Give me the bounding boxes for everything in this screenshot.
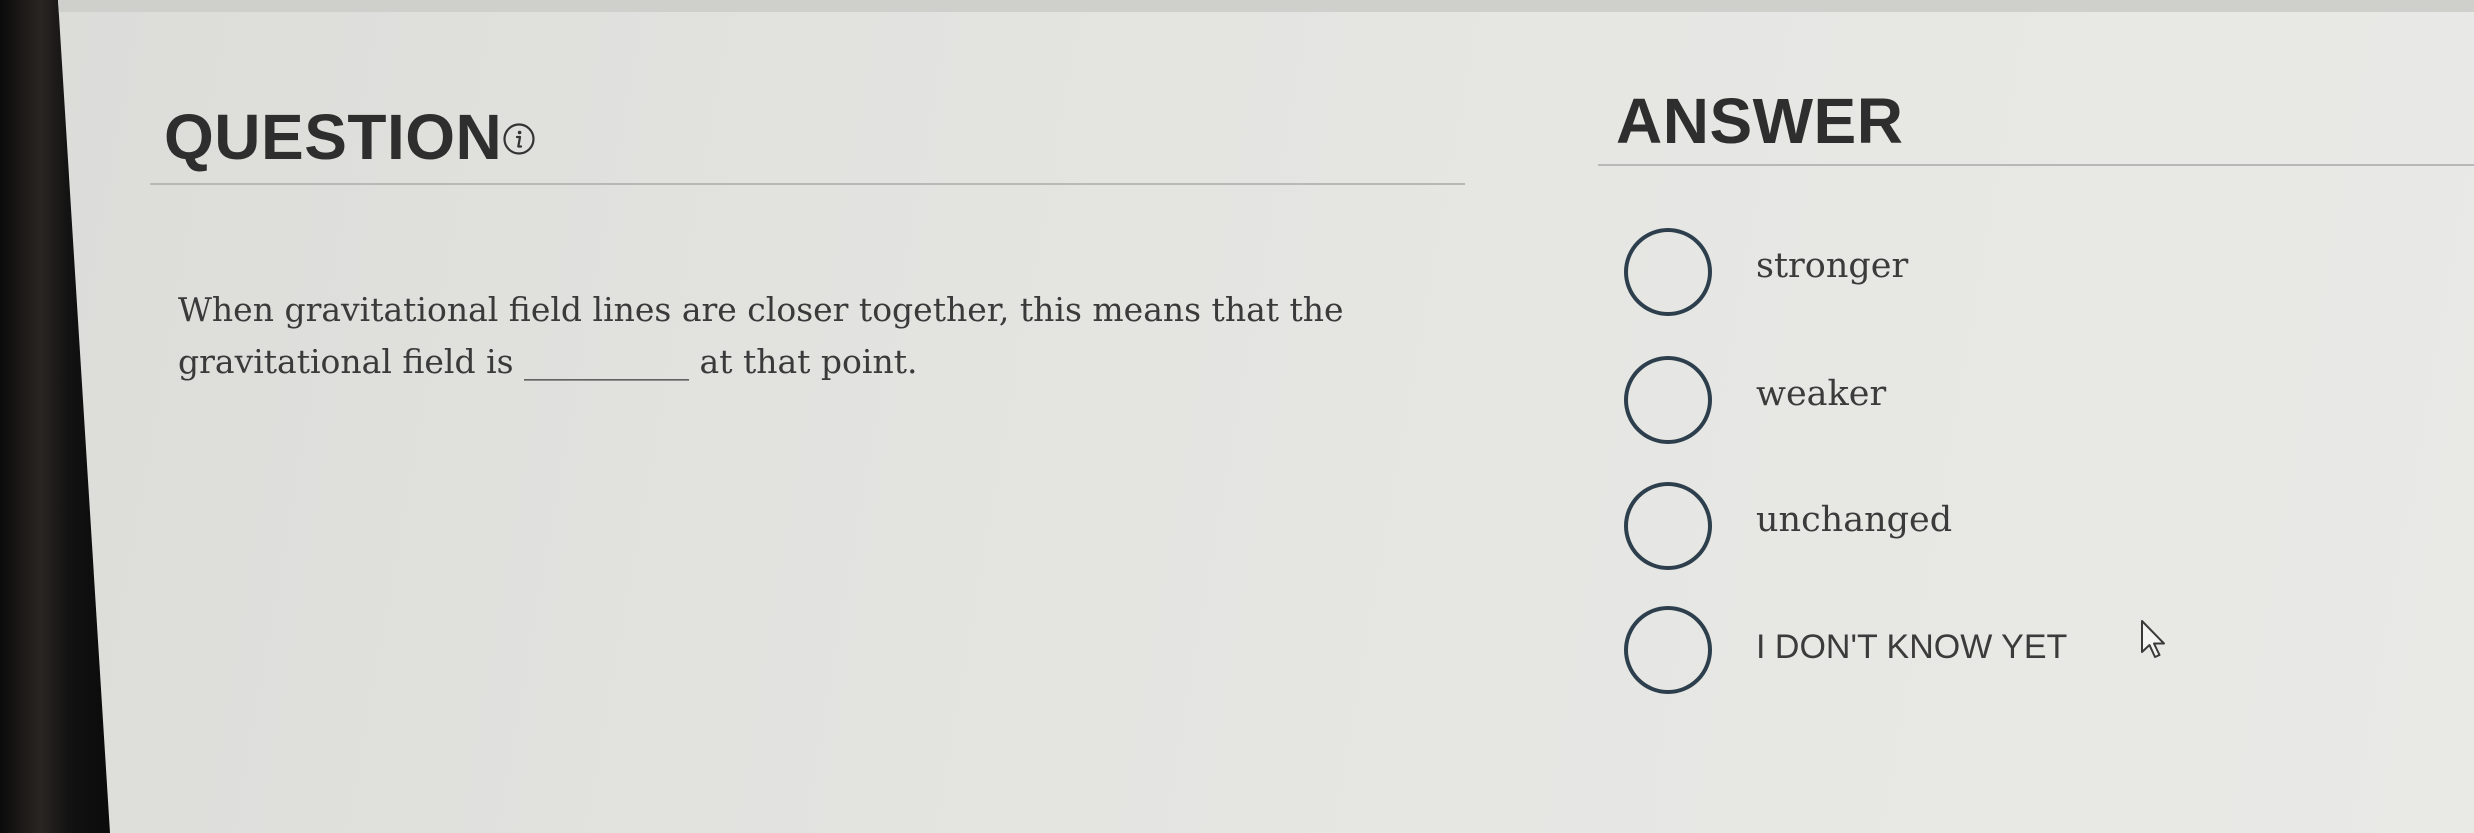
option-label: unchanged <box>1756 500 1953 540</box>
radio-button[interactable] <box>1624 356 1712 444</box>
mouse-pointer-icon <box>2141 620 2165 658</box>
top-strip <box>58 0 2474 12</box>
option-label: weaker <box>1756 374 1887 414</box>
photo-stage: QUESTION When gravitational field lines … <box>0 0 2474 833</box>
answer-option-dont-know[interactable]: I DON'T KNOW YET <box>1624 606 2424 702</box>
answer-divider <box>1598 164 2474 166</box>
option-label: stronger <box>1756 246 1909 286</box>
answer-option-weaker[interactable]: weaker <box>1624 356 2424 452</box>
quiz-screen: QUESTION When gravitational field lines … <box>58 0 2474 833</box>
radio-button[interactable] <box>1624 606 1712 694</box>
radio-button[interactable] <box>1624 482 1712 570</box>
option-label: I DON'T KNOW YET <box>1756 628 2068 666</box>
question-heading: QUESTION <box>164 101 503 173</box>
answer-option-stronger[interactable]: stronger <box>1624 228 2424 324</box>
question-text: When gravitational field lines are close… <box>178 290 1344 381</box>
question-divider <box>150 183 1465 185</box>
answer-option-unchanged[interactable]: unchanged <box>1624 482 2424 578</box>
info-circle-icon[interactable] <box>502 122 536 156</box>
answer-heading: ANSWER <box>1616 85 1904 157</box>
radio-button[interactable] <box>1624 228 1712 316</box>
